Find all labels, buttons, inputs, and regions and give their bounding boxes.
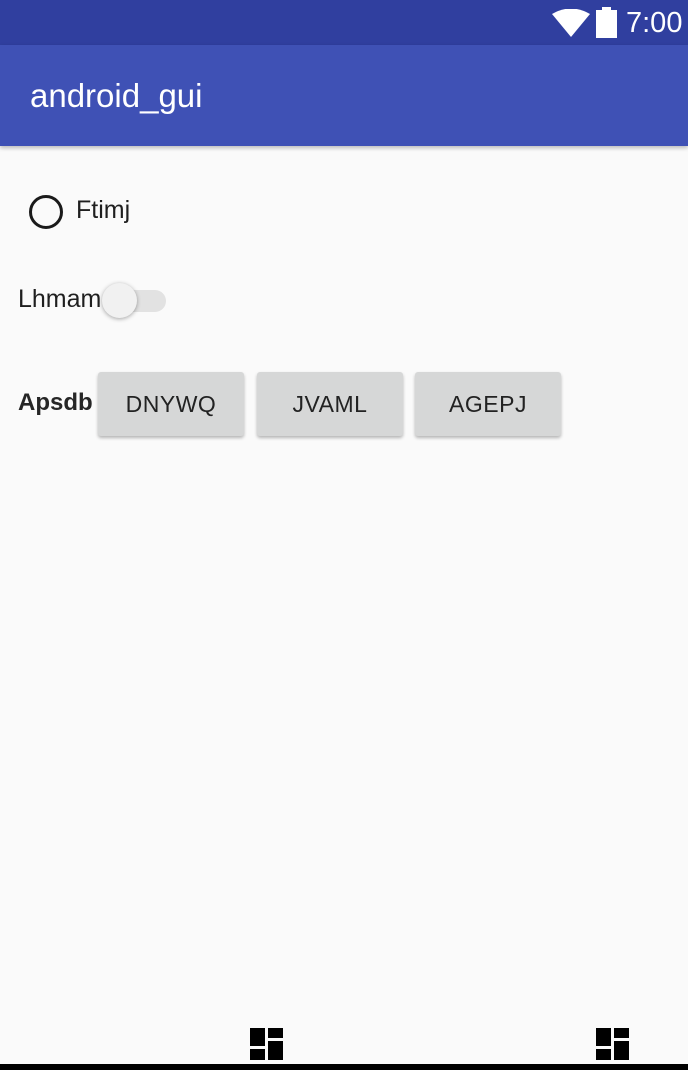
- battery-icon: [596, 7, 617, 38]
- radio-label[interactable]: Ftimj: [76, 192, 130, 228]
- status-bar: 7:00: [0, 0, 688, 45]
- dashboard-icon[interactable]: [250, 1028, 283, 1060]
- app-title: android_gui: [30, 77, 203, 114]
- dnywq-button[interactable]: DNYWQ: [98, 372, 244, 436]
- switch-lhmam[interactable]: Lhmam: [18, 278, 188, 322]
- status-time: 7:00: [626, 7, 683, 39]
- wifi-icon: [552, 9, 590, 37]
- button-group-apsdb: Apsdb DNYWQ JVAML AGEPJ: [18, 368, 578, 440]
- app-bar: android_gui: [0, 45, 688, 146]
- nav-bar-edge: [0, 1064, 688, 1070]
- agepj-button[interactable]: AGEPJ: [415, 372, 561, 436]
- switch-label: Lhmam: [18, 285, 102, 313]
- radio-button-ftimj[interactable]: Ftimj: [18, 188, 178, 232]
- button-group-label: Apsdb: [18, 389, 93, 416]
- jvaml-button[interactable]: JVAML: [257, 372, 403, 436]
- dashboard-icon[interactable]: [596, 1028, 629, 1060]
- switch-thumb[interactable]: [102, 283, 137, 318]
- radio-circle-icon[interactable]: [29, 195, 63, 229]
